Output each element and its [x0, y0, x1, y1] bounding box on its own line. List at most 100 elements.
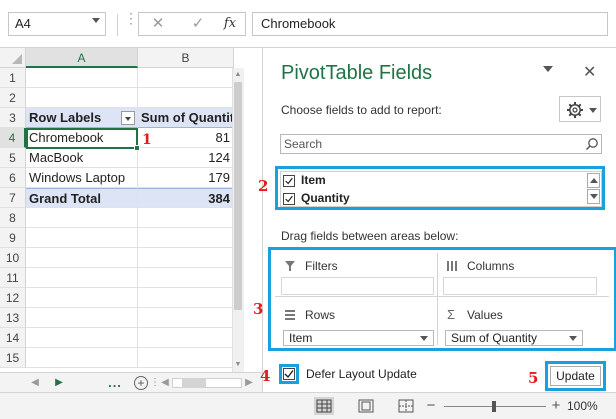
- cell-a12[interactable]: [26, 288, 138, 308]
- sheet-tab-bar: ◀ ▶ ... + ⋮ ◀ ▶: [0, 372, 262, 392]
- scroll-up-icon[interactable]: ▲: [234, 70, 242, 80]
- row-header-2[interactable]: 2: [0, 88, 26, 108]
- cell-b15[interactable]: [138, 348, 234, 368]
- field-search-input[interactable]: Search: [280, 134, 602, 154]
- more-sheets-button[interactable]: ...: [104, 373, 126, 393]
- pivot-item-value[interactable]: 81: [138, 128, 234, 148]
- choose-fields-label: Choose fields to add to report:: [281, 103, 442, 117]
- zoom-out-button[interactable]: −: [424, 396, 438, 416]
- annotation-highlight-field-list: [275, 166, 605, 210]
- row-header-12[interactable]: 12: [0, 288, 26, 308]
- cell-b11[interactable]: [138, 268, 234, 288]
- next-sheet-icon[interactable]: ▶: [52, 373, 66, 393]
- pane-options-chevron-icon[interactable]: [543, 66, 553, 72]
- column-header-b[interactable]: B: [138, 48, 234, 68]
- cell-a8[interactable]: [26, 208, 138, 228]
- scroll-left-icon[interactable]: ◀: [160, 373, 170, 393]
- tools-button[interactable]: [559, 96, 601, 122]
- pivot-item-label[interactable]: MacBook: [26, 148, 138, 168]
- pivottable-fields-pane: PivotTable Fields ✕ Choose fields to add…: [262, 48, 616, 392]
- row-header-10[interactable]: 10: [0, 248, 26, 268]
- status-bar: − + 100%: [0, 392, 616, 419]
- row-header-7[interactable]: 7: [0, 188, 26, 208]
- pivot-sum-header[interactable]: Sum of Quantity: [138, 108, 234, 128]
- vertical-scroll-thumb[interactable]: [234, 82, 242, 310]
- cancel-icon[interactable]: ✕: [146, 12, 170, 36]
- cell-a9[interactable]: [26, 228, 138, 248]
- name-box[interactable]: A4: [8, 12, 106, 36]
- cell-b9[interactable]: [138, 228, 234, 248]
- normal-view-icon[interactable]: [314, 397, 334, 415]
- column-header-a[interactable]: A: [26, 48, 138, 68]
- update-button[interactable]: Update: [550, 366, 601, 386]
- new-sheet-button[interactable]: +: [134, 376, 148, 390]
- page-break-preview-icon[interactable]: [398, 399, 414, 413]
- cell-b10[interactable]: [138, 248, 234, 268]
- zoom-slider-thumb[interactable]: [492, 401, 496, 412]
- row-header-13[interactable]: 13: [0, 308, 26, 328]
- tools-dropdown-icon: [589, 108, 597, 113]
- row-header-6[interactable]: 6: [0, 168, 26, 188]
- cell-a10[interactable]: [26, 248, 138, 268]
- row-header-4[interactable]: 4: [0, 128, 26, 148]
- row-header-8[interactable]: 8: [0, 208, 26, 228]
- pivot-grand-total-label[interactable]: Grand Total: [26, 188, 138, 208]
- cell-a13[interactable]: [26, 308, 138, 328]
- formula-input[interactable]: Chromebook: [252, 12, 608, 36]
- name-box-dropdown-icon[interactable]: [92, 18, 100, 23]
- pivot-grand-total-value[interactable]: 384: [138, 188, 234, 208]
- row-header-1[interactable]: 1: [0, 68, 26, 88]
- cell-a11[interactable]: [26, 268, 138, 288]
- annotation-marker-5: 5: [528, 369, 539, 387]
- filter-dropdown-icon[interactable]: [121, 111, 135, 125]
- scroll-right-icon[interactable]: ▶: [244, 373, 254, 393]
- select-all-triangle-icon: [12, 54, 22, 64]
- scroll-down-icon[interactable]: ▼: [234, 360, 242, 370]
- search-icon[interactable]: [585, 137, 599, 151]
- defer-layout-update-label[interactable]: Defer Layout Update: [306, 367, 417, 381]
- pivot-item-value[interactable]: 124: [138, 148, 234, 168]
- cell-b12[interactable]: [138, 288, 234, 308]
- pivot-item-value[interactable]: 179: [138, 168, 234, 188]
- annotation-highlight-areas: [268, 247, 616, 351]
- cell-a1[interactable]: [26, 68, 138, 88]
- prev-sheet-icon[interactable]: ◀: [28, 373, 42, 393]
- zoom-level[interactable]: 100%: [567, 396, 598, 416]
- gear-icon: [567, 102, 583, 118]
- annotation-marker-2: 2: [258, 177, 269, 195]
- pane-title: PivotTable Fields: [281, 62, 433, 84]
- insert-function-button[interactable]: fx: [218, 12, 242, 36]
- fill-handle[interactable]: [134, 145, 140, 151]
- row-header-5[interactable]: 5: [0, 148, 26, 168]
- row-header-9[interactable]: 9: [0, 228, 26, 248]
- pivot-item-label[interactable]: Windows Laptop: [26, 168, 138, 188]
- cell-b1[interactable]: [138, 68, 234, 88]
- cell-a15[interactable]: [26, 348, 138, 368]
- cell-b2[interactable]: [138, 88, 234, 108]
- pivot-item-label[interactable]: Chromebook: [26, 128, 138, 148]
- horizontal-scroll-thumb[interactable]: [182, 378, 206, 388]
- cell-a2[interactable]: [26, 88, 138, 108]
- annotation-marker-3: 3: [253, 300, 264, 318]
- close-icon[interactable]: ✕: [583, 62, 596, 82]
- cell-a14[interactable]: [26, 328, 138, 348]
- cell-b8[interactable]: [138, 208, 234, 228]
- defer-checkbox[interactable]: [283, 368, 295, 380]
- enter-icon[interactable]: ✓: [186, 12, 210, 36]
- row-header-15[interactable]: 15: [0, 348, 26, 368]
- row-header-14[interactable]: 14: [0, 328, 26, 348]
- formula-bar: A4 ⋮ ✕ ✓ fx Chromebook: [0, 0, 616, 48]
- page-layout-view-icon[interactable]: [358, 399, 374, 413]
- annotation-marker-4: 4: [260, 367, 271, 385]
- cell-b14[interactable]: [138, 328, 234, 348]
- row-header-11[interactable]: 11: [0, 268, 26, 288]
- pivot-row-labels-header[interactable]: Row Labels: [26, 108, 138, 128]
- cell-b13[interactable]: [138, 308, 234, 328]
- zoom-in-button[interactable]: +: [549, 396, 563, 416]
- tab-split-handle[interactable]: ⋮: [150, 373, 160, 393]
- worksheet-grid: A B Row Labels Sum of Quantity Chromeboo…: [0, 48, 244, 372]
- row-header-3[interactable]: 3: [0, 108, 26, 128]
- pivot-row-labels-text: Row Labels: [29, 110, 102, 125]
- formula-bar-resize-handle[interactable]: ⋮: [124, 11, 138, 32]
- annotation-marker-1: 1: [142, 132, 152, 148]
